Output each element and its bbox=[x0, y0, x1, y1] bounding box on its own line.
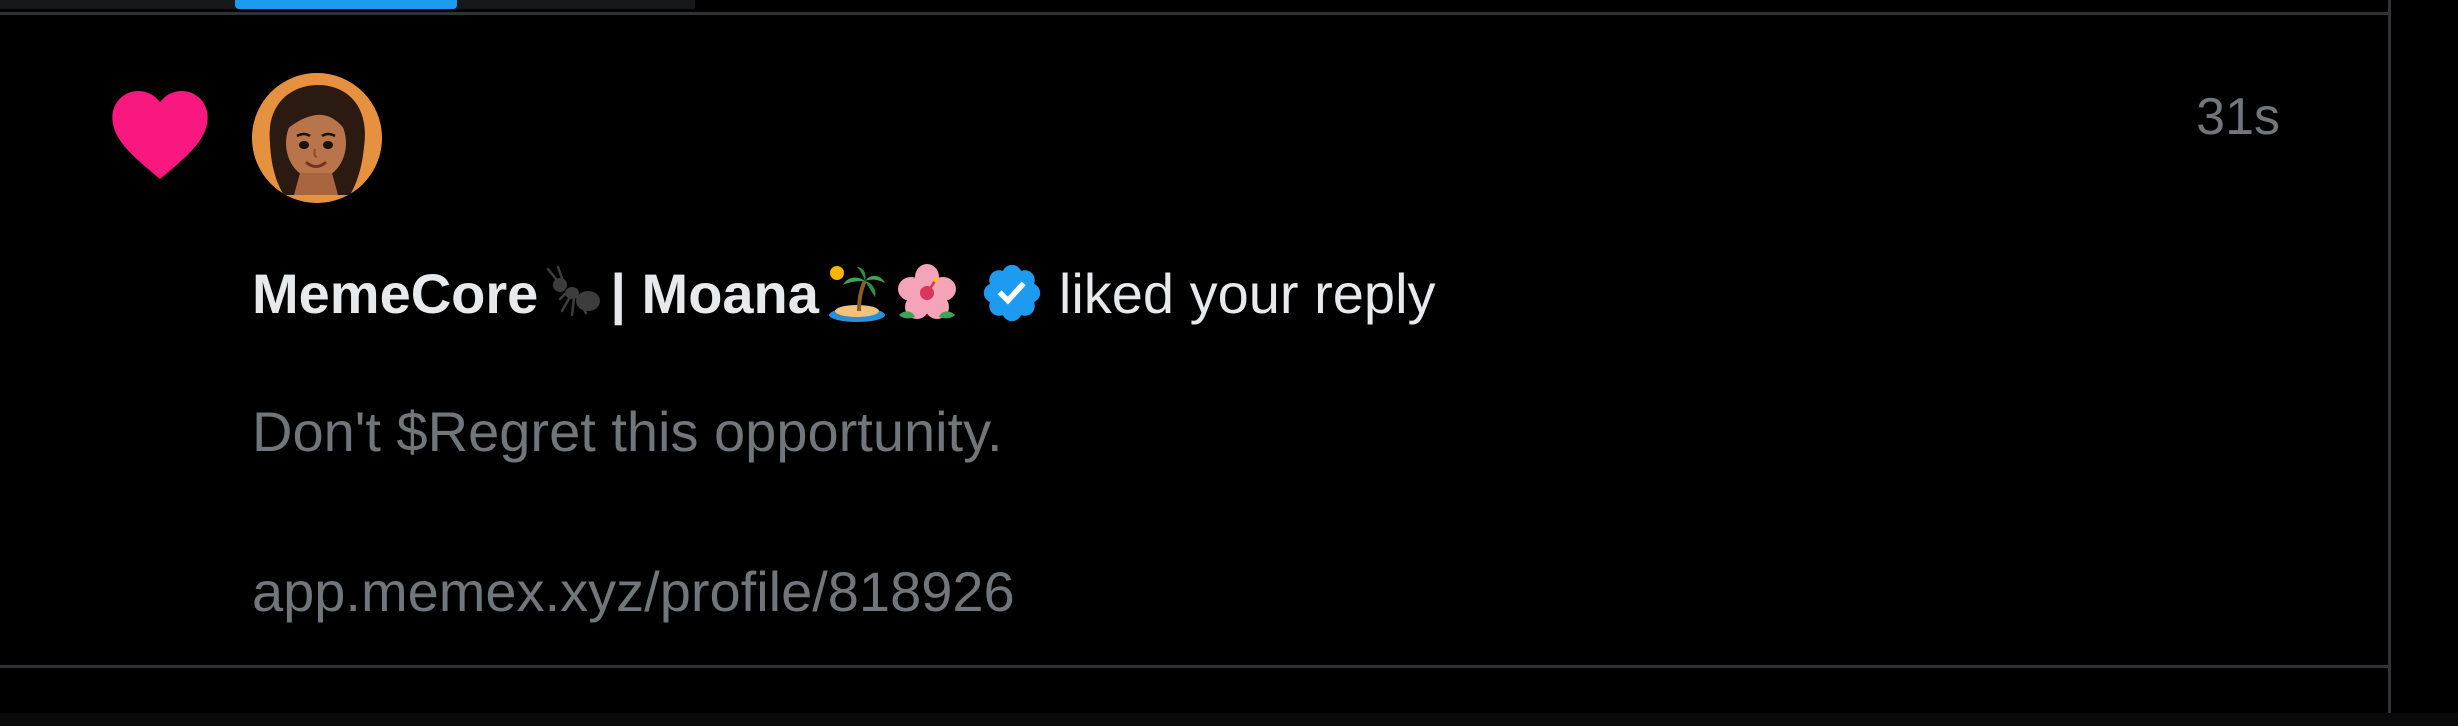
notification-action-text: liked your reply bbox=[1058, 261, 1436, 325]
hibiscus-emoji bbox=[897, 264, 956, 319]
timestamp[interactable]: 31s bbox=[2196, 87, 2280, 147]
next-item-edge bbox=[0, 713, 2458, 726]
notifications-page: 31s MemeCore | Moana liked your reply Do… bbox=[0, 0, 2458, 726]
reply-text: Don't $Regret this opportunity. bbox=[252, 400, 1003, 463]
bottom-divider bbox=[0, 665, 2388, 668]
avatar[interactable] bbox=[252, 73, 382, 203]
heart-icon bbox=[112, 90, 208, 179]
avatar-illustration bbox=[252, 73, 382, 203]
reply-link[interactable]: app.memex.xyz/profile/818926 bbox=[252, 560, 1015, 624]
verified-badge-icon[interactable] bbox=[979, 260, 1045, 326]
ant-emoji bbox=[547, 265, 601, 317]
right-gutter bbox=[2391, 0, 2458, 726]
island-emoji bbox=[828, 266, 885, 322]
actor-name-part1: MemeCore bbox=[252, 261, 539, 325]
actor-display-name[interactable]: MemeCore | Moana bbox=[252, 261, 963, 326]
notification-headline: MemeCore | Moana liked your reply bbox=[252, 253, 1436, 333]
active-tab-indicator[interactable] bbox=[235, 0, 457, 9]
actor-name-part2: | Moana bbox=[610, 261, 819, 325]
like-notification[interactable]: 31s MemeCore | Moana liked your reply Do… bbox=[0, 15, 2388, 665]
tab-strip bbox=[0, 0, 2390, 15]
